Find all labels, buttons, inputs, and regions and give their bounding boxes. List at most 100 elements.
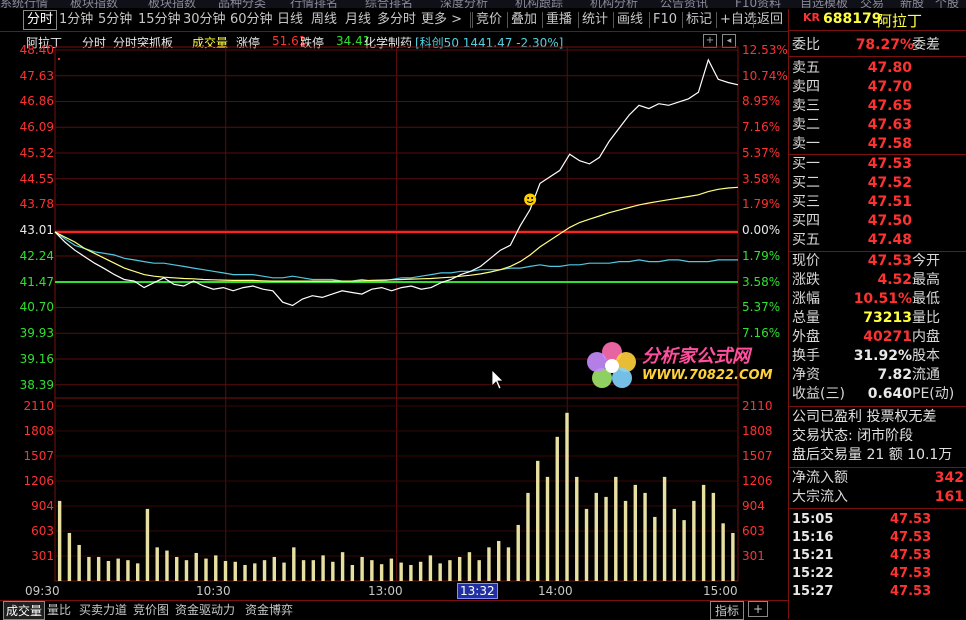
watermark-url: WWW.70822.COM — [642, 368, 773, 383]
top-menu-item[interactable]: 交易 — [860, 0, 884, 8]
stat-row: 净资 7.82 流通 — [792, 367, 940, 383]
indicator-tabs: 成交量 量比 买卖力道 竞价图 资金驱动力 资金博弈 指标 + — [0, 600, 788, 620]
stock-title: 阿拉丁 — [877, 12, 923, 30]
volume-bar — [438, 563, 442, 581]
price-tick-right: 1.79% — [742, 248, 781, 263]
ask-row[interactable]: 卖四 47.70 — [792, 78, 964, 97]
volume-bar — [87, 556, 91, 581]
top-menu-item[interactable]: 新股 — [900, 0, 924, 8]
mouse-cursor-icon — [491, 369, 504, 390]
volume-bar — [350, 564, 355, 581]
ask-row[interactable]: 卖三 47.65 — [792, 97, 964, 116]
volume-bar — [584, 508, 589, 581]
volume-bar — [370, 560, 374, 581]
time-tick: 13:00 — [368, 584, 403, 598]
stat-row: 总量 73213 量比 — [792, 310, 940, 326]
volume-bar — [272, 556, 276, 581]
stat-row: 换手 31.92% 股本 — [792, 348, 940, 364]
price-tick-left: 39.93 — [19, 326, 54, 341]
price-tick-right: 5.37% — [742, 300, 781, 315]
time-cursor-label: 13:32 — [457, 583, 498, 599]
volume-bar — [448, 560, 452, 581]
stat-row: 收益(三) 0.640 PE(动) — [792, 386, 955, 402]
volume-bar — [116, 558, 120, 581]
volume-bar — [711, 492, 716, 581]
volume-bar — [214, 555, 218, 581]
volume-bar — [67, 532, 72, 581]
top-menu-item[interactable]: 个股 — [935, 0, 959, 8]
price-tick-left: 48.40 — [19, 43, 54, 57]
volume-bar — [253, 563, 257, 581]
price-tick-right: 3.58% — [742, 171, 781, 186]
flow-row: 大宗流入 161 — [792, 489, 964, 505]
top-menu-item[interactable]: 自选模板 — [800, 0, 848, 8]
price-tick-right: 10.74% — [742, 68, 788, 83]
volume-bar — [457, 556, 462, 581]
volume-bar — [204, 558, 208, 581]
bid-row[interactable]: 买四 47.50 — [792, 212, 964, 231]
bid-row[interactable]: 买一 47.53 — [792, 155, 964, 174]
price-tick-left: 39.16 — [19, 351, 54, 366]
indicator-tab[interactable]: 买卖力道 — [79, 601, 127, 618]
tick-row: 15:22 47.53 — [792, 566, 932, 581]
volume-bar — [301, 560, 306, 581]
volume-bar — [331, 561, 335, 581]
ask-row[interactable]: 卖一 47.58 — [792, 135, 964, 154]
ask-row[interactable]: 卖五 47.80 — [792, 59, 964, 78]
indicator-tab[interactable]: 资金驱动力 — [175, 601, 235, 618]
quote-panel: KR 688179 阿拉丁 委比 78.27% 委差 卖五 47.80 卖四 47.7… — [788, 9, 966, 619]
indicator-tab[interactable]: 竞价图 — [133, 601, 169, 618]
volume-bar — [175, 556, 179, 581]
intraday-chart[interactable] — [0, 0, 788, 600]
volume-bar — [243, 564, 247, 581]
flow-row: 净流入额 342 — [792, 470, 964, 486]
volume-bar — [165, 550, 169, 581]
volume-bar — [418, 561, 423, 581]
volume-bar — [389, 558, 394, 581]
flower-logo-icon — [587, 342, 636, 388]
tick-row: 15:16 47.53 — [792, 530, 932, 545]
bid-row[interactable]: 买二 47.52 — [792, 174, 964, 193]
bid-row[interactable]: 买三 47.51 — [792, 193, 964, 212]
indicator-tab[interactable]: 成交量 — [3, 601, 46, 620]
stat-row: 涨幅 10.51% 最低 — [792, 291, 940, 307]
volume-bar — [653, 516, 657, 581]
indicator-tab[interactable]: 量比 — [47, 601, 71, 618]
price-tick-right: 7.16% — [742, 120, 781, 135]
stat-row: 现价 47.53 今开 — [792, 253, 940, 269]
market-tag: KR — [803, 11, 820, 24]
tick-row: 15:05 47.53 — [792, 512, 932, 527]
stat-row: 外盘 40271 内盘 — [792, 329, 940, 345]
volume-bar — [701, 484, 706, 581]
volume-tick-left: 603 — [31, 524, 54, 538]
time-tick: 10:30 — [196, 584, 231, 598]
watermark-title: 分析家公式网 — [642, 346, 750, 367]
stat-row: 涨跌 4.52 最高 — [792, 272, 940, 288]
volume-tick-left: 1507 — [23, 449, 54, 463]
price-tick-left: 43.01 — [19, 223, 54, 238]
ask-row[interactable]: 卖二 47.63 — [792, 116, 964, 135]
volume-bar — [604, 496, 608, 581]
price-tick-left: 46.09 — [19, 120, 54, 135]
volume-bar — [623, 500, 628, 581]
price-tick-left: 42.24 — [19, 248, 54, 263]
indicator-tab[interactable]: 指标 — [710, 601, 745, 620]
volume-bar — [155, 547, 159, 581]
price-tick-left: 40.70 — [19, 300, 54, 315]
indicator-tab[interactable]: + — [748, 601, 769, 617]
volume-bar — [496, 540, 501, 581]
smiley-eye — [531, 196, 534, 199]
volume-bar — [575, 476, 579, 581]
volume-bar — [145, 508, 150, 581]
price-tick-right: 8.95% — [742, 94, 781, 109]
bid-row[interactable]: 买五 47.48 — [792, 231, 964, 250]
volume-bar — [223, 560, 228, 581]
volume-bar — [409, 564, 413, 581]
volume-bar — [731, 532, 735, 581]
volume-bar — [565, 412, 569, 581]
indicator-tab[interactable]: 资金博弈 — [245, 601, 293, 618]
volume-tick-left: 904 — [31, 499, 54, 513]
volume-bar — [672, 508, 677, 581]
volume-bar — [662, 476, 667, 581]
volume-bar — [516, 524, 520, 581]
